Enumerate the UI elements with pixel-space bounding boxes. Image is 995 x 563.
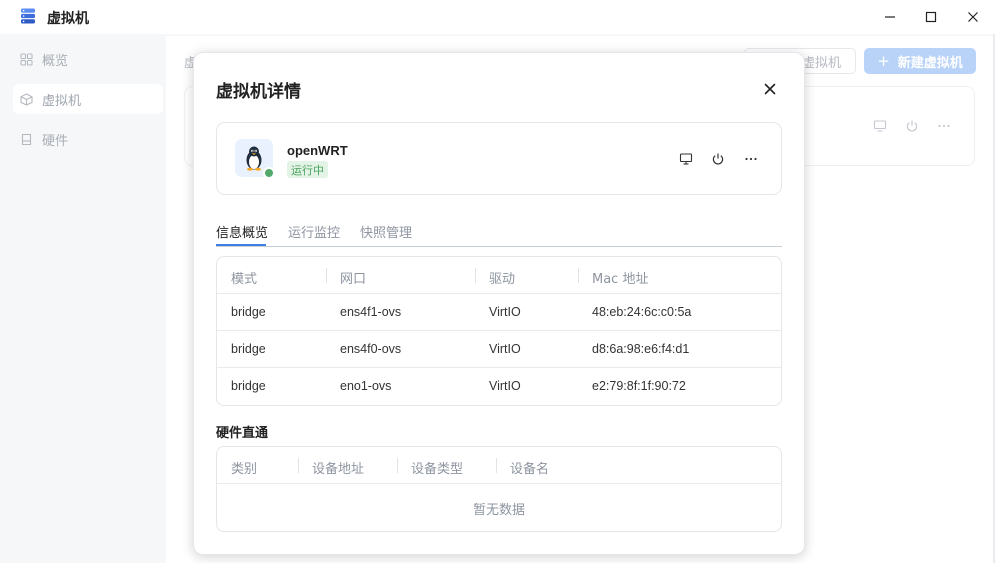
maximize-icon[interactable] <box>921 7 941 27</box>
cell-mac: d8:6a:98:e6:f4:d1 <box>592 342 690 356</box>
network-table: 模式 网口 驱动 Mac 地址 bridge ens4f1-ovs VirtIO… <box>216 256 782 406</box>
tab-monitor[interactable]: 运行监控 <box>288 222 340 241</box>
window-title: 虚拟机 <box>47 11 89 27</box>
window-titlebar: 虚拟机 <box>0 0 995 34</box>
sidebar-item-hardware[interactable]: 硬件 <box>13 124 163 154</box>
cell-interface: eno1-ovs <box>340 379 392 393</box>
grid-icon <box>19 52 33 66</box>
drive-icon <box>19 132 33 146</box>
passthrough-table: 类别 设备地址 设备类型 设备名 暂无数据 <box>216 446 782 532</box>
active-tab-indicator <box>216 244 266 246</box>
modal-title: 虚拟机详情 <box>216 82 301 102</box>
detail-tabs: 信息概览 运行监控 快照管理 <box>216 219 782 247</box>
sidebar-item-label: 虚拟机 <box>42 93 82 109</box>
cell-mac: e2:79:8f:1f:90:72 <box>592 379 686 393</box>
column-header: 设备地址 <box>312 462 365 477</box>
button-label: 虚拟机 <box>801 55 841 71</box>
column-header: Mac 地址 <box>592 272 649 287</box>
sidebar: 概览 虚拟机 硬件 <box>5 36 165 563</box>
empty-row: 暂无数据 <box>217 484 781 531</box>
sidebar-item-label: 概览 <box>42 53 69 69</box>
column-divider <box>578 268 579 283</box>
table-header: 类别 设备地址 设备类型 设备名 <box>217 447 781 484</box>
column-divider <box>298 458 299 473</box>
column-header: 设备名 <box>510 462 550 477</box>
vm-name: openWRT <box>287 143 348 158</box>
button-label: 新建虚拟机 <box>897 55 963 71</box>
tab-overview[interactable]: 信息概览 <box>216 222 268 241</box>
close-icon[interactable] <box>760 79 780 99</box>
section-title: 硬件直通 <box>216 426 269 441</box>
new-vm-button[interactable]: + 新建虚拟机 <box>864 48 976 74</box>
cell-driver: VirtIO <box>489 305 521 319</box>
minimize-icon[interactable] <box>880 7 900 27</box>
sidebar-item-label: 硬件 <box>42 133 69 149</box>
status-badge: 运行中 <box>287 161 328 178</box>
tab-snapshots[interactable]: 快照管理 <box>360 222 412 241</box>
column-header: 网口 <box>340 272 367 287</box>
cell-driver: VirtIO <box>489 379 521 393</box>
vm-summary-card: openWRT 运行中 <box>216 122 782 195</box>
column-divider <box>496 458 497 473</box>
table-row: bridge ens4f0-ovs VirtIO d8:6a:98:e6:f4:… <box>217 331 781 368</box>
column-divider <box>326 268 327 283</box>
power-icon[interactable] <box>710 151 726 167</box>
cell-interface: ens4f1-ovs <box>340 305 402 319</box>
cell-mac: 48:eb:24:6c:c0:5a <box>592 305 692 319</box>
column-header: 类别 <box>231 462 258 477</box>
table-row: bridge ens4f1-ovs VirtIO 48:eb:24:6c:c0:… <box>217 294 781 331</box>
sidebar-item-overview[interactable]: 概览 <box>13 44 163 74</box>
column-header: 驱动 <box>489 272 516 287</box>
monitor-icon[interactable] <box>678 151 694 167</box>
column-header: 模式 <box>231 272 258 287</box>
column-divider <box>475 268 476 283</box>
cell-interface: ens4f0-ovs <box>340 342 402 356</box>
close-icon[interactable] <box>963 7 983 27</box>
status-dot <box>263 167 275 179</box>
column-header: 设备类型 <box>411 462 464 477</box>
server-stack-icon <box>19 7 37 25</box>
cell-mode: bridge <box>231 305 266 319</box>
cell-driver: VirtIO <box>489 342 521 356</box>
plus-icon: + <box>877 52 890 70</box>
monitor-icon[interactable] <box>873 119 887 133</box>
column-divider <box>397 458 398 473</box>
cell-mode: bridge <box>231 379 266 393</box>
table-header: 模式 网口 驱动 Mac 地址 <box>217 257 781 294</box>
cell-mode: bridge <box>231 342 266 356</box>
sidebar-item-vm[interactable]: 虚拟机 <box>13 84 163 114</box>
more-icon[interactable] <box>937 119 951 133</box>
cube-icon <box>19 92 33 106</box>
power-icon[interactable] <box>905 119 919 133</box>
empty-placeholder: 暂无数据 <box>472 503 525 518</box>
table-row: bridge eno1-ovs VirtIO e2:79:8f:1f:90:72 <box>217 368 781 405</box>
more-icon[interactable] <box>743 151 759 167</box>
vm-detail-modal: 虚拟机详情 openWRT 运行中 信息概览 运行监控 快照管理 模式 网口 驱… <box>193 52 805 555</box>
